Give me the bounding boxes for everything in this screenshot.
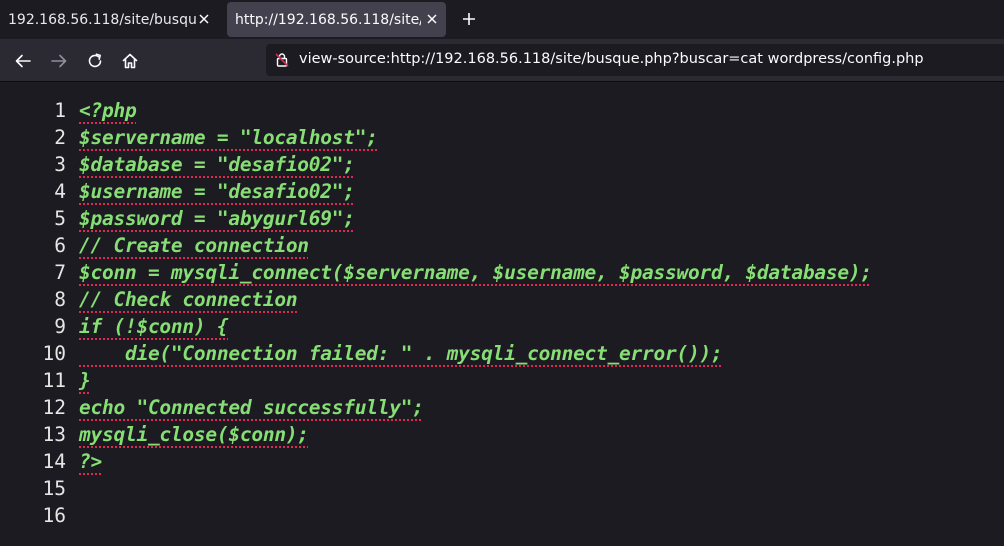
line-number: 11 xyxy=(42,369,66,392)
line-number: 2 xyxy=(54,126,66,149)
line-number: 16 xyxy=(42,504,66,527)
line-code: echo "Connected successfully"; xyxy=(79,396,424,419)
line-code: <?php xyxy=(79,99,137,122)
tab-title: http://192.168.56.118/site/busque.php?bu… xyxy=(235,11,421,28)
source-line: 4 $username = "desafio02"; xyxy=(0,178,1004,205)
line-number: 9 xyxy=(54,315,66,338)
arrow-left-icon[interactable] xyxy=(11,49,35,73)
line-code: } xyxy=(79,369,91,392)
source-line: 11} xyxy=(0,367,1004,394)
source-line: 13 mysqli_close($conn); xyxy=(0,421,1004,448)
line-code: $servername = "localhost"; xyxy=(79,126,378,149)
line-number: 12 xyxy=(42,396,66,419)
line-number: 8 xyxy=(54,288,66,311)
address-bar[interactable]: view-source:http://192.168.56.118/site/b… xyxy=(266,44,1004,76)
tab-inactive[interactable]: 192.168.56.118/site/busque.php?buscar=ca… xyxy=(0,2,218,37)
home-icon[interactable] xyxy=(118,49,142,73)
line-code: $conn = mysqli_connect($servername, $use… xyxy=(79,261,872,284)
line-code: $database = "desafio02"; xyxy=(79,153,355,176)
line-number: 7 xyxy=(54,261,66,284)
source-line: 3 $database = "desafio02"; xyxy=(0,151,1004,178)
tab-active[interactable]: http://192.168.56.118/site/busque.php?bu… xyxy=(227,2,446,37)
source-line: 15 xyxy=(0,475,1004,502)
source-line: 7 $conn = mysqli_connect($servername, $us… xyxy=(0,259,1004,286)
source-line: 10 die("Connection failed: " . mysqli_co… xyxy=(0,340,1004,367)
source-line: 1 <?php xyxy=(0,97,1004,124)
line-code: die("Connection failed: " . mysqli_conne… xyxy=(79,342,723,365)
close-icon[interactable] xyxy=(196,11,212,27)
line-number: 5 xyxy=(54,207,66,230)
tab-title: 192.168.56.118/site/busque.php?buscar=ca… xyxy=(8,11,196,28)
line-code: // Create connection xyxy=(79,234,309,257)
source-line: 9 if (!$conn) { xyxy=(0,313,1004,340)
tab-bar: 192.168.56.118/site/busque.php?buscar=ca… xyxy=(0,0,1004,39)
navigation-toolbar: view-source:http://192.168.56.118/site/b… xyxy=(0,39,1004,82)
plus-icon[interactable] xyxy=(458,8,480,30)
line-number: 13 xyxy=(42,423,66,446)
line-code: if (!$conn) { xyxy=(79,315,229,338)
line-code: // Check connection xyxy=(79,288,298,311)
reload-icon[interactable] xyxy=(83,49,107,73)
line-number: 3 xyxy=(54,153,66,176)
view-source-icon[interactable] xyxy=(274,52,290,68)
source-line: 8 // Check connection xyxy=(0,286,1004,313)
source-line: 16 xyxy=(0,502,1004,529)
line-number: 4 xyxy=(54,180,66,203)
source-line: 2 $servername = "localhost"; xyxy=(0,124,1004,151)
source-line: 6 // Create connection xyxy=(0,232,1004,259)
page-source-view: 1 <?php 2 $servername = "localhost"; 3 $datab… xyxy=(0,82,1004,546)
arrow-right-icon[interactable] xyxy=(47,49,71,73)
line-number: 6 xyxy=(54,234,66,257)
line-code: $password = "abygurl69"; xyxy=(79,207,355,230)
line-number: 14 xyxy=(42,450,66,473)
line-code: ?> xyxy=(79,450,102,473)
line-number: 15 xyxy=(42,477,66,500)
url-text[interactable]: view-source:http://192.168.56.118/site/b… xyxy=(299,51,924,67)
source-line: 12 echo "Connected successfully"; xyxy=(0,394,1004,421)
close-icon[interactable] xyxy=(424,11,440,27)
line-code: mysqli_close($conn); xyxy=(79,423,309,446)
source-line: 5 $password = "abygurl69"; xyxy=(0,205,1004,232)
source-line: 14 ?> xyxy=(0,448,1004,475)
line-number: 10 xyxy=(42,342,66,365)
line-code: $username = "desafio02"; xyxy=(79,180,355,203)
line-number: 1 xyxy=(54,99,66,122)
